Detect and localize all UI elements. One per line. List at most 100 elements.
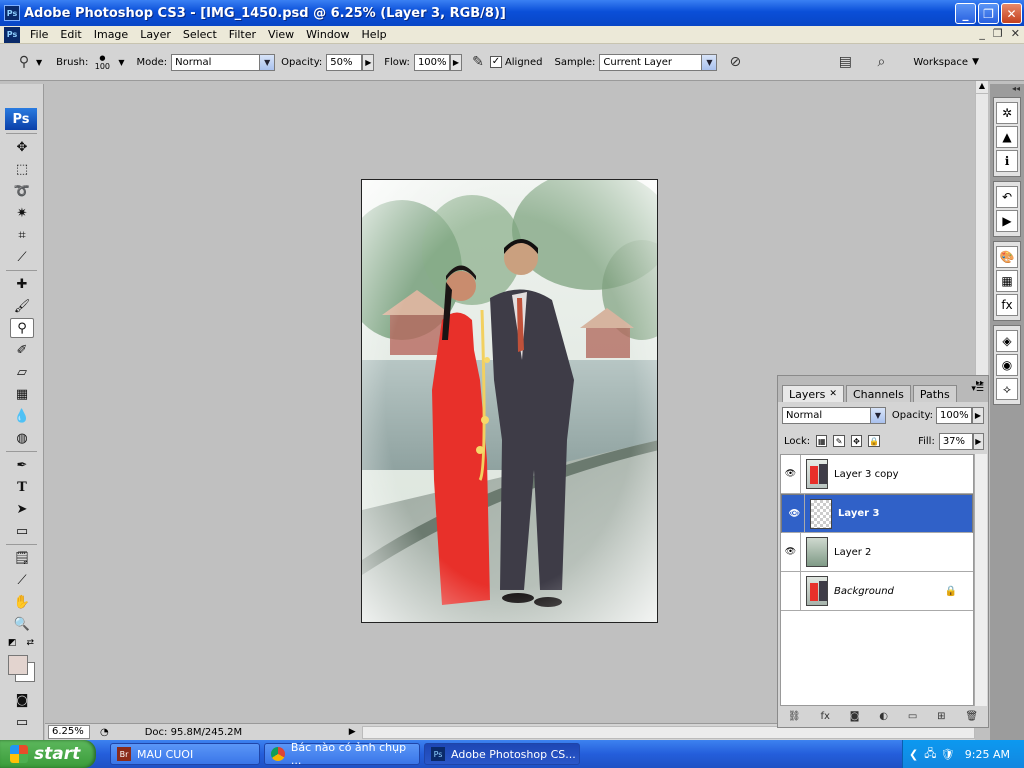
menu-window[interactable]: Window [300, 28, 355, 41]
status-menu-arrow[interactable]: ▶ [349, 727, 356, 737]
close-button[interactable]: ✕ [1001, 3, 1022, 24]
menu-select[interactable]: Select [177, 28, 223, 41]
tray-expand-icon[interactable]: ❮ [909, 748, 918, 761]
menu-image[interactable]: Image [88, 28, 134, 41]
path-selection-tool-icon[interactable]: ➤ [10, 499, 34, 519]
aligned-checkbox[interactable]: ✓ [489, 56, 502, 68]
default-colors-icon[interactable]: ◩ [8, 638, 17, 648]
layer-mask-icon[interactable]: ◙ [850, 711, 860, 722]
pen-tool-icon[interactable]: ✒ [10, 455, 34, 475]
visibility-toggle-empty[interactable] [781, 571, 801, 611]
ps-logo[interactable]: Ps [5, 108, 37, 130]
menu-filter[interactable]: Filter [223, 28, 262, 41]
scroll-up-arrow[interactable]: ▲ [976, 81, 988, 94]
preset-dropdown-arrow[interactable]: ▼ [36, 58, 42, 67]
lock-all-icon[interactable]: 🔒 [868, 435, 881, 447]
eyedropper-tool-icon[interactable]: ⟋ [10, 570, 34, 590]
layer-style-icon[interactable]: fx [820, 711, 829, 722]
palette-well-icon[interactable]: ▤ [833, 50, 857, 74]
bridge-icon[interactable]: ⌕ [869, 50, 893, 74]
healing-brush-tool-icon[interactable]: ✚ [10, 274, 34, 294]
taskbar-item-mau-cuoi[interactable]: Br MAU CUOI [110, 743, 260, 765]
dock-collapse-icon[interactable]: ◂◂ [990, 84, 1024, 93]
new-group-icon[interactable]: ▭ [908, 711, 917, 722]
lock-transparency-icon[interactable]: ▦ [816, 435, 828, 447]
eraser-tool-icon[interactable]: ▱ [10, 362, 34, 382]
doc-restore-button[interactable]: ❐ [993, 27, 1003, 40]
actions-icon[interactable]: ▶ [996, 210, 1018, 232]
tab-paths[interactable]: Paths [912, 385, 957, 402]
visibility-eye-icon[interactable]: 👁 [785, 494, 805, 533]
gradient-tool-icon[interactable]: ▦ [10, 384, 34, 404]
clone-stamp-tool-icon[interactable]: ⚲ [10, 318, 34, 338]
layer-row-background[interactable]: Background 🔒 [781, 571, 973, 611]
taskbar-item-photoshop[interactable]: Ps Adobe Photoshop CS... [424, 743, 580, 765]
taskbar-item-chrome[interactable]: Bác nào có ảnh chụp ... [264, 741, 420, 767]
history-icon[interactable]: ↶ [996, 186, 1018, 208]
mode-select[interactable]: Normal ▼ [171, 53, 276, 71]
clock[interactable]: 9:25 AM [965, 748, 1010, 761]
info-icon[interactable]: ℹ [996, 150, 1018, 172]
workspace-menu[interactable]: Workspace ▼ [913, 57, 979, 68]
color-swap-controls[interactable]: ◩ ⇄ [8, 638, 43, 648]
layers-scrollbar[interactable] [974, 454, 987, 706]
blend-mode-select[interactable]: Normal ▼ [782, 406, 886, 424]
visibility-eye-icon[interactable]: 👁 [781, 532, 801, 572]
security-icon[interactable]: 🛡 [940, 748, 954, 761]
quick-mask-icon[interactable]: ◙ [10, 690, 34, 710]
minimize-button[interactable]: _ [955, 3, 976, 24]
flow-slider-arrow[interactable]: ▶ [449, 53, 462, 71]
start-button[interactable]: start [0, 740, 96, 768]
lock-position-icon[interactable]: ✥ [850, 435, 863, 447]
marquee-tool-icon[interactable]: ⬚ [10, 159, 34, 179]
swatches-icon[interactable]: ▦ [996, 270, 1018, 292]
status-info-icon[interactable]: ◔ [100, 727, 109, 738]
fill-field[interactable]: 37% [938, 432, 973, 450]
navigator-icon[interactable]: ✲ [996, 102, 1018, 124]
color-icon[interactable]: 🎨 [996, 246, 1018, 268]
crop-tool-icon[interactable]: ⌗ [10, 225, 34, 245]
ignore-adjustment-layers-icon[interactable]: ⊘ [723, 50, 747, 74]
brush-picker[interactable]: ● 100 [92, 54, 112, 71]
move-tool-icon[interactable]: ✥ [10, 137, 34, 157]
document-image[interactable] [361, 179, 658, 623]
screen-mode-icon[interactable]: ▭ [10, 712, 34, 732]
menu-edit[interactable]: Edit [54, 28, 87, 41]
menu-view[interactable]: View [262, 28, 300, 41]
menu-help[interactable]: Help [356, 28, 393, 41]
document-icon[interactable]: Ps [4, 26, 20, 43]
layer-row-layer-3-copy[interactable]: 👁 Layer 3 copy [781, 454, 973, 494]
paths-icon[interactable]: ⟡ [996, 378, 1018, 400]
slice-tool-icon[interactable]: ⟋ [10, 247, 34, 267]
zoom-tool-icon[interactable]: 🔍 [10, 614, 34, 634]
link-layers-icon[interactable]: ⛓ [788, 711, 801, 722]
magic-wand-tool-icon[interactable]: ✷ [10, 203, 34, 223]
lock-pixels-icon[interactable]: ✎ [833, 435, 845, 447]
color-swatches[interactable] [5, 652, 39, 682]
notes-tool-icon[interactable]: 🗒 [10, 548, 34, 568]
styles-icon[interactable]: fx [996, 294, 1018, 316]
doc-close-button[interactable]: ✕ [1011, 27, 1020, 40]
airbrush-icon[interactable]: ✎ [466, 50, 490, 74]
history-brush-tool-icon[interactable]: ✐ [10, 340, 34, 360]
clone-stamp-preset-icon[interactable]: ⚲ [12, 50, 36, 74]
layer-opacity-arrow[interactable]: ▶ [972, 406, 984, 424]
type-tool-icon[interactable]: T [10, 477, 34, 497]
tab-layers[interactable]: Layers ✕ [782, 385, 844, 402]
adjustment-layer-icon[interactable]: ◐ [879, 711, 888, 722]
histogram-icon[interactable]: ▲ [996, 126, 1018, 148]
swap-colors-icon[interactable]: ⇄ [27, 638, 35, 648]
zoom-field[interactable]: 6.25% [48, 725, 90, 739]
layers-icon[interactable]: ◈ [996, 330, 1018, 352]
delete-layer-icon[interactable]: 🗑 [965, 711, 978, 722]
doc-minimize-button[interactable]: _ [979, 27, 985, 40]
channels-icon[interactable]: ◉ [996, 354, 1018, 376]
layer-opacity-field[interactable]: 100% [936, 406, 972, 424]
lasso-tool-icon[interactable]: ➰ [10, 181, 34, 201]
dodge-tool-icon[interactable]: ◍ [10, 428, 34, 448]
brush-dropdown-arrow[interactable]: ▼ [118, 58, 124, 67]
tab-channels[interactable]: Channels [845, 385, 911, 402]
menu-layer[interactable]: Layer [134, 28, 177, 41]
foreground-color-swatch[interactable] [8, 655, 28, 675]
opacity-slider-arrow[interactable]: ▶ [362, 53, 375, 71]
